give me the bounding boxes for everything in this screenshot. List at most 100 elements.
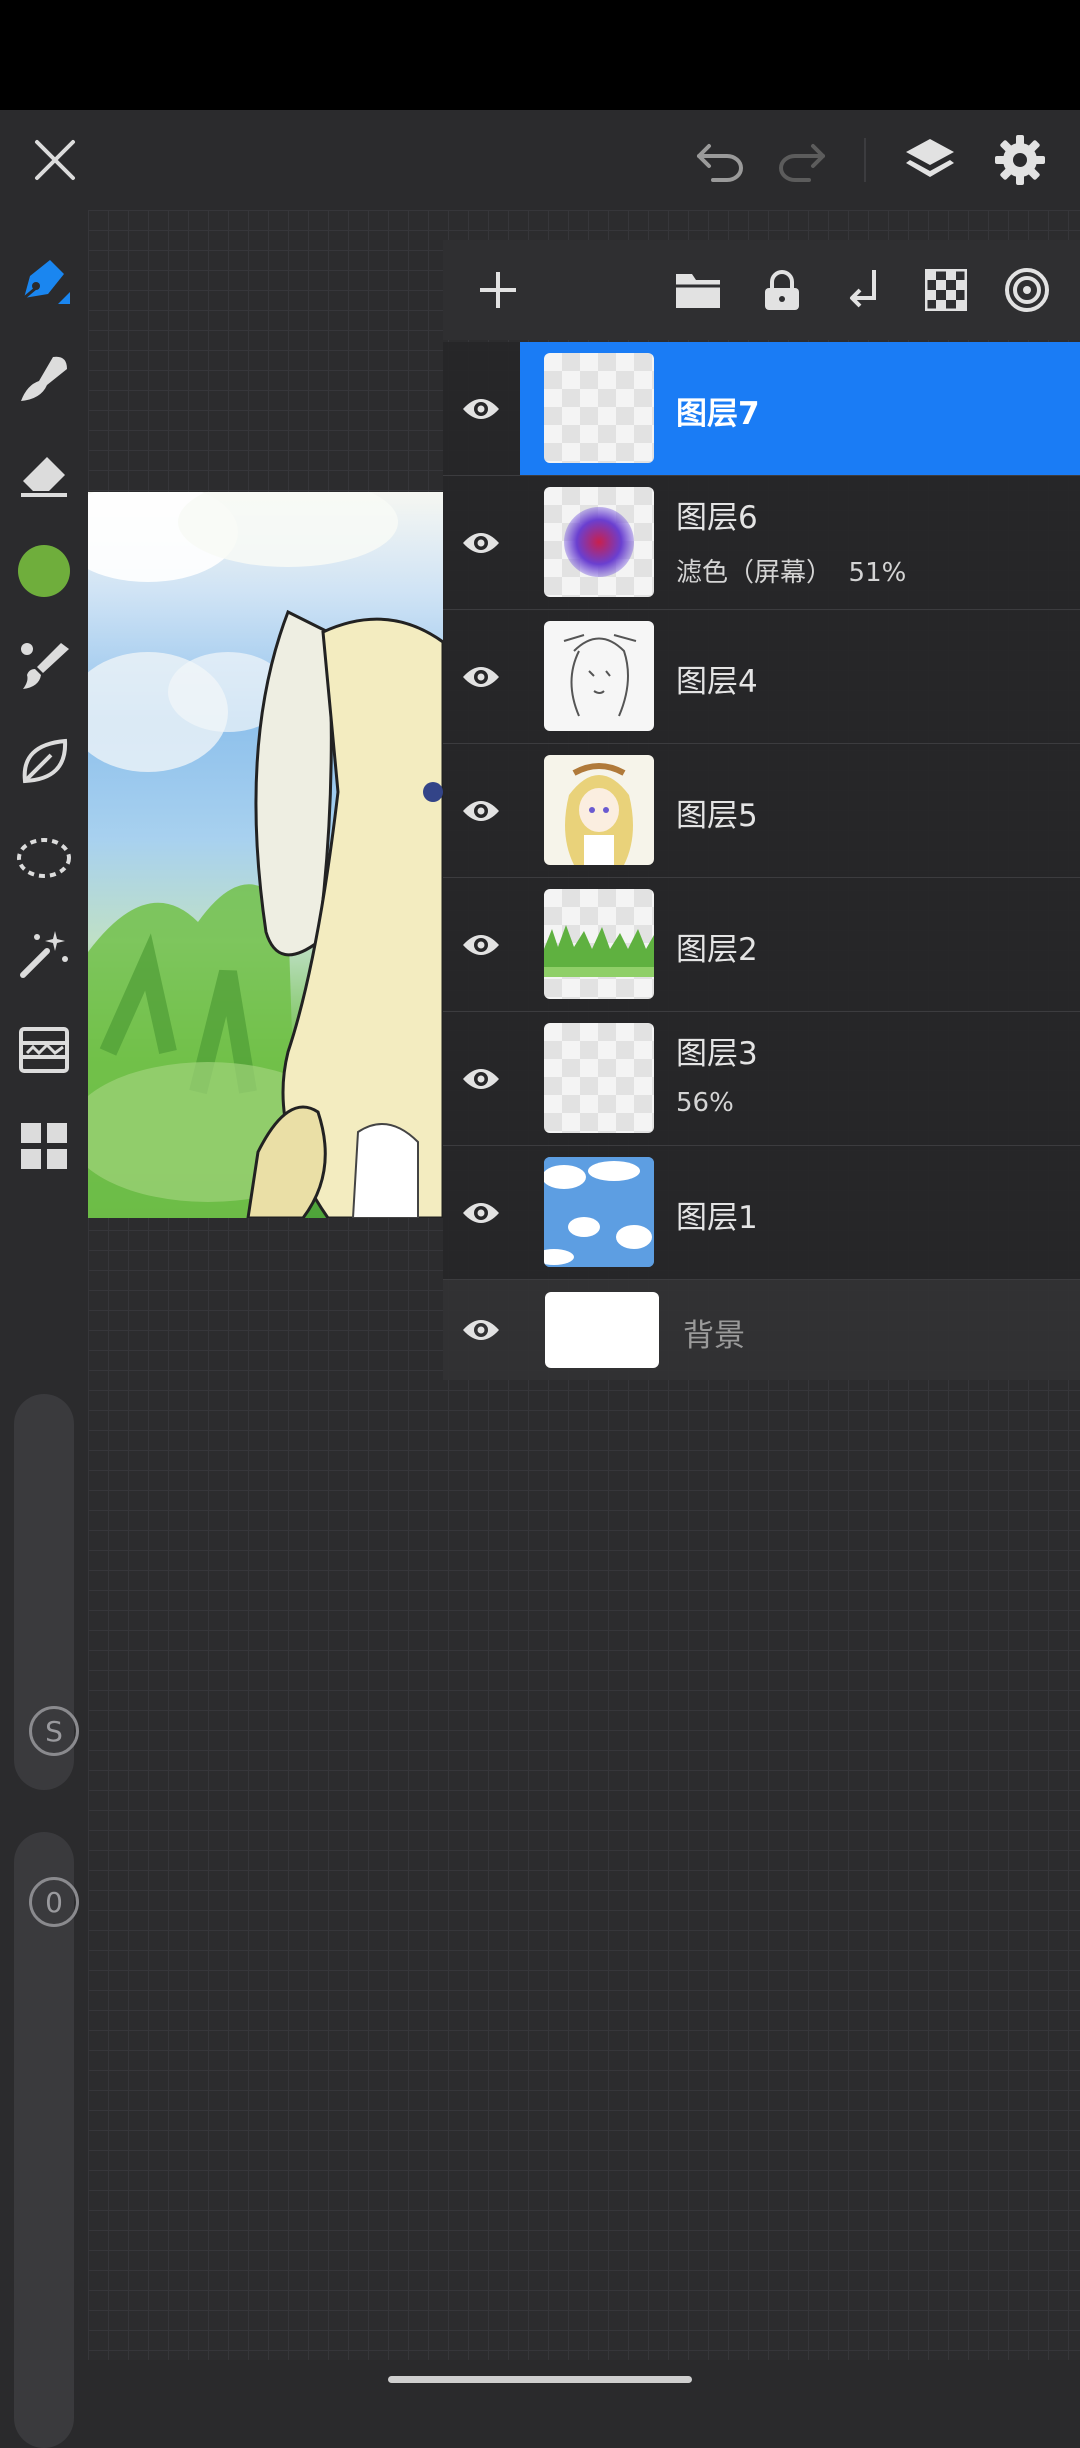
add-layer-icon — [480, 272, 516, 308]
layer-visibility-toggle[interactable] — [443, 1012, 519, 1145]
undo-icon — [697, 144, 743, 182]
layer-name: 图层4 — [676, 664, 758, 700]
layer-row[interactable]: 图层3 56% — [443, 1012, 1080, 1146]
layer-main[interactable]: 图层5 — [520, 744, 1080, 877]
lock-button[interactable] — [747, 252, 817, 328]
layers-panel: 图层7 图层6 滤色（屏幕） 51% 图层4 图层5 图层2 图层3 56% 图… — [443, 240, 1080, 1380]
layer-visibility-toggle[interactable] — [443, 342, 519, 475]
layers-icon — [906, 139, 954, 177]
layer-name: 图层7 — [676, 396, 760, 432]
status-bar — [0, 0, 1080, 110]
tool-shape[interactable] — [8, 726, 80, 798]
brush-size-slider[interactable]: S — [14, 1394, 79, 1790]
layer-name: 图层6 — [676, 500, 758, 536]
merge-down-button[interactable] — [829, 252, 899, 328]
layer-name: 图层3 — [676, 1036, 758, 1072]
eye-icon — [463, 1068, 499, 1089]
layer-main[interactable]: 图层3 56% — [520, 1012, 1080, 1145]
layer-thumbnail — [544, 889, 654, 999]
color-swatch-button[interactable] — [8, 535, 80, 607]
eye-icon — [463, 532, 499, 553]
character-thumbnail — [565, 763, 633, 865]
tool-eraser[interactable] — [8, 438, 80, 510]
layer-visibility-toggle[interactable] — [443, 1280, 519, 1380]
layer-thumbnail — [544, 353, 654, 463]
tool-sidebar: S 0 — [0, 210, 88, 2448]
layer-thumbnail — [544, 1157, 654, 1267]
merge-down-icon — [850, 270, 876, 308]
eye-icon — [463, 398, 499, 419]
lock-icon — [765, 270, 799, 310]
eye-icon — [463, 800, 499, 821]
layer-row[interactable]: 图层7 — [443, 342, 1080, 476]
layer-main[interactable]: 图层7 — [520, 342, 1080, 475]
smudge-icon — [21, 356, 67, 401]
canvas-artwork[interactable] — [88, 492, 443, 1218]
layer-main[interactable]: 图层2 — [520, 878, 1080, 1011]
eye-icon — [463, 1320, 499, 1340]
toolbar-divider — [864, 138, 866, 182]
layer-name: 图层5 — [676, 798, 758, 834]
layer-row[interactable]: 图层6 滤色（屏幕） 51% — [443, 476, 1080, 610]
lasso-select-icon — [17, 838, 71, 878]
layer-main[interactable]: 图层6 滤色（屏幕） 51% — [520, 476, 1080, 609]
blend-target-button[interactable] — [992, 252, 1062, 328]
artwork-illustration — [88, 492, 443, 1218]
eye-icon — [463, 666, 499, 687]
tool-smudge[interactable] — [8, 342, 80, 414]
tool-lasso-select[interactable] — [8, 822, 80, 894]
layer-list: 图层7 图层6 滤色（屏幕） 51% 图层4 图层5 图层2 图层3 56% 图… — [443, 342, 1080, 1380]
opacity-badge: 0 — [29, 1877, 79, 1927]
layer-main[interactable]: 图层1 — [520, 1146, 1080, 1279]
home-indicator[interactable] — [388, 2376, 692, 2383]
adjustments-icon — [19, 1027, 69, 1073]
transparency-icon — [925, 269, 967, 311]
layer-row[interactable]: 图层5 — [443, 744, 1080, 878]
redo-button[interactable] — [766, 120, 836, 200]
layer-visibility-toggle[interactable] — [443, 610, 519, 743]
layer-visibility-toggle[interactable] — [443, 878, 519, 1011]
tool-brush-pen[interactable] — [8, 246, 80, 318]
layer-row[interactable]: 图层2 — [443, 878, 1080, 1012]
settings-button[interactable] — [983, 120, 1057, 200]
layer-row[interactable]: 图层4 — [443, 610, 1080, 744]
undo-button[interactable] — [686, 120, 756, 200]
close-icon — [35, 140, 75, 180]
thumbnail-glow — [564, 507, 634, 577]
layers-toolbar — [443, 240, 1080, 340]
top-toolbar — [0, 110, 1080, 210]
tool-gallery[interactable] — [8, 1110, 80, 1182]
redo-icon — [779, 144, 825, 182]
layer-visibility-toggle[interactable] — [443, 476, 519, 609]
layer-thumbnail — [544, 487, 654, 597]
layer-name: 图层2 — [676, 932, 758, 968]
layer-visibility-toggle[interactable] — [443, 1146, 519, 1279]
blend-target-icon — [1005, 268, 1049, 312]
paint-brush-icon — [21, 643, 69, 689]
background-layer-row[interactable]: 背景 — [443, 1280, 1080, 1380]
background-thumbnail — [545, 1292, 659, 1368]
transparency-button[interactable] — [911, 252, 981, 328]
close-button[interactable] — [20, 120, 90, 200]
folder-button[interactable] — [663, 252, 733, 328]
gallery-grid-icon — [21, 1123, 67, 1169]
sketch-thumbnail — [563, 634, 637, 717]
layers-button[interactable] — [893, 120, 967, 200]
eraser-icon — [21, 457, 67, 497]
tool-magic-wand[interactable] — [8, 918, 80, 990]
tool-paint-brush[interactable] — [8, 630, 80, 702]
layer-opacity-info: 56% — [676, 1088, 734, 1118]
size-badge: S — [29, 1706, 79, 1756]
magic-wand-icon — [20, 931, 68, 978]
color-swatch — [18, 545, 70, 597]
layer-name: 图层1 — [676, 1200, 758, 1236]
brush-opacity-slider[interactable]: 0 — [14, 1832, 79, 2448]
layer-main[interactable]: 图层4 — [520, 610, 1080, 743]
layer-row[interactable]: 图层1 — [443, 1146, 1080, 1280]
layer-visibility-toggle[interactable] — [443, 744, 519, 877]
sky-thumbnail — [544, 1157, 654, 1267]
layer-thumbnail — [544, 1023, 654, 1133]
tool-adjustments[interactable] — [8, 1014, 80, 1086]
add-layer-button[interactable] — [463, 252, 533, 328]
layer-thumbnail — [544, 621, 654, 731]
